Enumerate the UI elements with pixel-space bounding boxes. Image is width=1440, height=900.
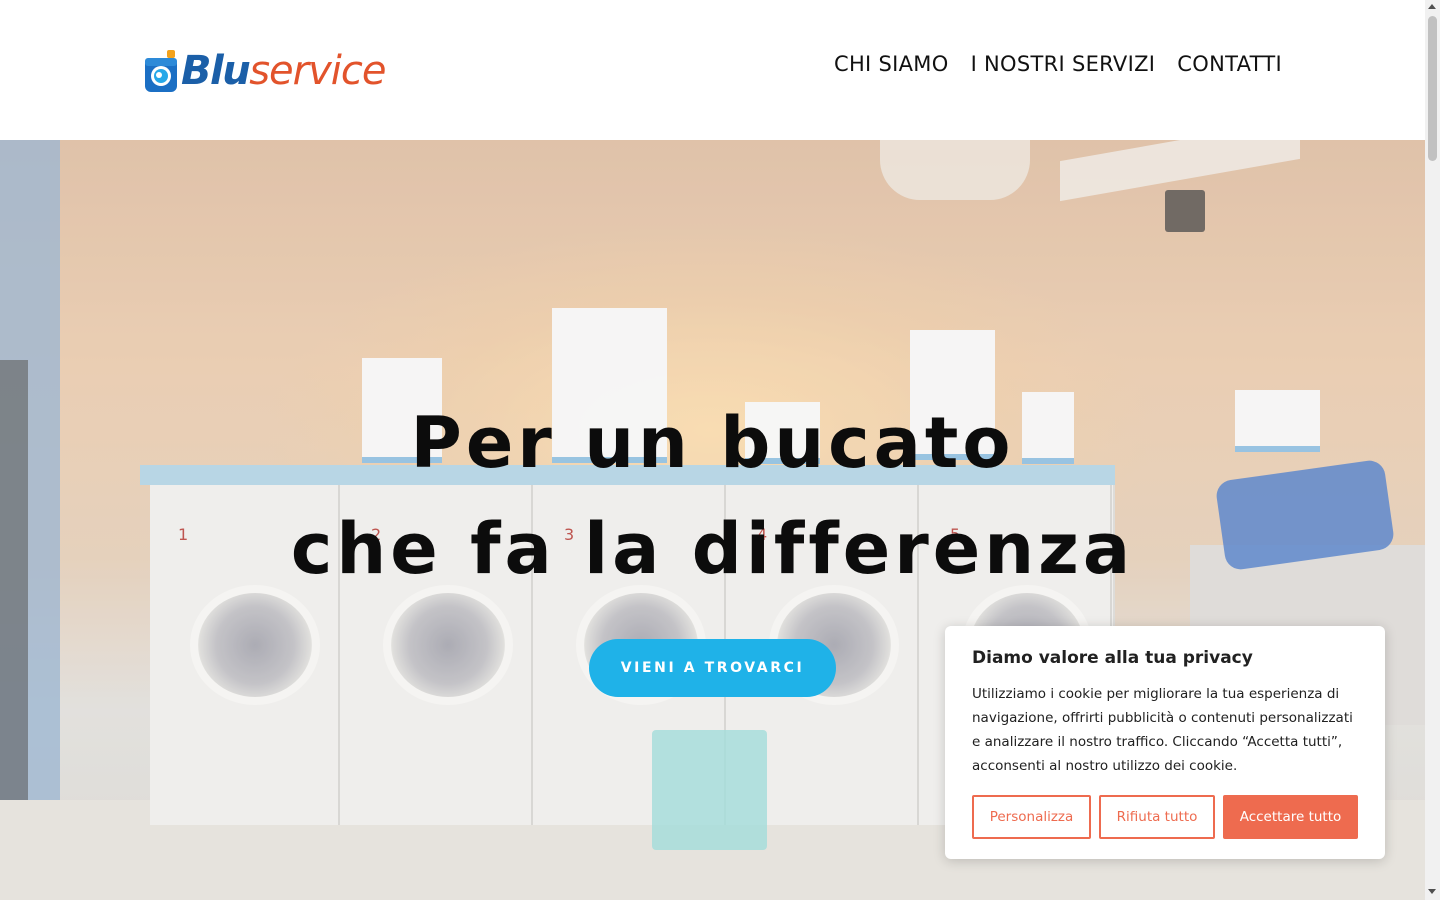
nav-item-servizi[interactable]: I NOSTRI SERVIZI [971, 52, 1156, 76]
site-logo[interactable]: Blu service [143, 46, 403, 96]
logo-text-blu: Blu [181, 48, 251, 94]
scrollbar-thumb[interactable] [1428, 16, 1437, 161]
page-scrollbar[interactable] [1425, 0, 1440, 900]
cookie-banner-text: Utilizziamo i cookie per migliorare la t… [972, 686, 1353, 774]
vieni-a-trovarci-button[interactable]: VIENI A TROVARCI [589, 639, 836, 697]
scroll-down-arrow-icon[interactable] [1428, 889, 1436, 894]
nav-item-contatti[interactable]: CONTATTI [1177, 52, 1282, 76]
logo-text-service: service [249, 48, 386, 94]
reject-all-cookies-button[interactable]: Rifiuta tutto [1099, 795, 1215, 839]
washing-machine-logo-icon [143, 48, 179, 94]
cookie-consent-banner: Diamo valore alla tua privacy Utilizziam… [945, 626, 1385, 859]
accept-all-cookies-button[interactable]: Accettare tutto [1223, 795, 1358, 839]
cookie-banner-title: Diamo valore alla tua privacy [972, 648, 1253, 668]
nav-item-chi-siamo[interactable]: CHI SIAMO [834, 52, 949, 76]
logo-wordmark: Blu service [181, 48, 386, 94]
hero-title: Per un bucato che fa la differenza [0, 390, 1425, 602]
hero-title-line-2: che fa la differenza [290, 508, 1135, 590]
main-nav: CHI SIAMO I NOSTRI SERVIZI CONTATTI [834, 52, 1282, 76]
scroll-up-arrow-icon[interactable] [1428, 4, 1436, 9]
cookie-banner-actions: Personalizza Rifiuta tutto Accettare tut… [972, 795, 1358, 839]
hero-title-line-1: Per un bucato [410, 402, 1015, 484]
customize-cookies-button[interactable]: Personalizza [972, 795, 1091, 839]
site-header: Blu service CHI SIAMO I NOSTRI SERVIZI C… [0, 0, 1425, 140]
